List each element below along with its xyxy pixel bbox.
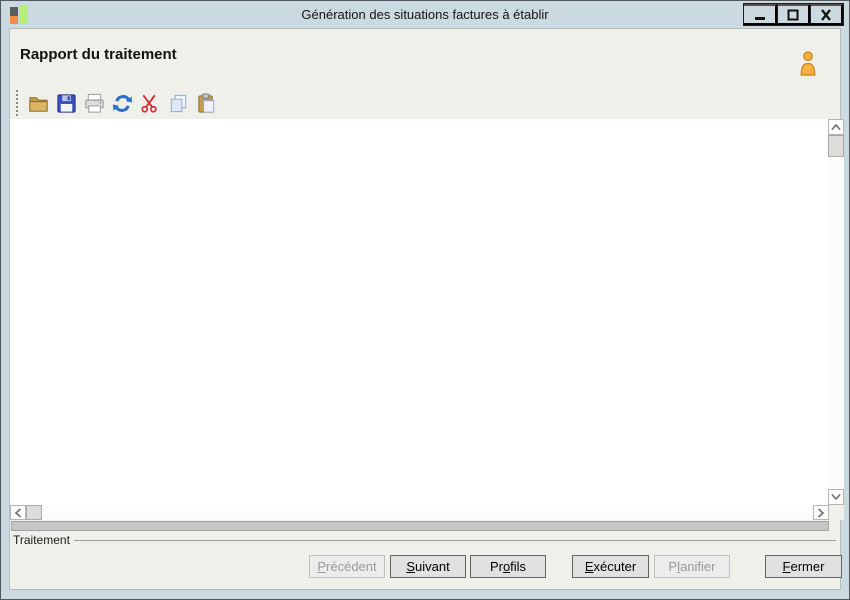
toolbar [14,89,220,117]
scrollbar-corner [829,505,844,520]
print-icon [84,93,104,113]
refresh-icon [112,94,132,112]
cut-button[interactable] [136,89,164,117]
close-icon [821,8,831,21]
window-title: Génération des situations factures à éta… [301,7,549,22]
save-icon [56,93,76,113]
title-bar[interactable]: Génération des situations factures à éta… [1,1,849,28]
precedent-button[interactable]: Précédent [309,555,385,578]
suivant-button[interactable]: Suivant [390,555,466,578]
traitement-group: Traitement [13,532,836,547]
scroll-down-button[interactable] [828,489,844,505]
paste-icon [197,92,214,113]
window-controls [743,3,844,26]
chevron-up-icon [831,123,841,131]
traitement-divider-line [73,539,836,541]
user-icon [800,51,816,76]
vertical-scrollbar[interactable] [828,119,844,505]
maximize-icon [787,9,799,20]
horizontal-scrollbar[interactable] [10,505,829,520]
chevron-down-icon [831,493,841,501]
maximize-button[interactable] [777,4,810,25]
vertical-scroll-thumb[interactable] [828,135,844,157]
report-area[interactable] [10,119,828,505]
scroll-left-button[interactable] [10,505,26,520]
save-button[interactable] [52,89,80,117]
toolbar-gripper[interactable] [16,90,19,116]
copy-button[interactable] [164,89,192,117]
chevron-right-icon [817,507,825,518]
dialog-window: Génération des situations factures à éta… [0,0,850,600]
copy-icon [170,94,186,112]
scroll-up-button[interactable] [828,119,844,135]
executer-button[interactable]: Exécuter [572,555,649,578]
print-button[interactable] [80,89,108,117]
dialog-content: Rapport du traitement Traitement P récéd… [9,28,844,590]
profils-button[interactable]: Pr o fils [470,555,546,578]
open-folder-icon [28,96,48,112]
paste-button[interactable] [192,89,220,117]
open-folder-button[interactable] [24,89,52,117]
cut-icon [140,94,157,113]
traitement-label: Traitement [13,532,70,547]
chevron-left-icon [14,507,22,518]
minimize-button[interactable] [744,4,777,25]
close-button[interactable] [810,4,843,25]
minimize-icon [754,16,765,20]
horizontal-scroll-thumb[interactable] [26,505,42,520]
scroll-right-button[interactable] [813,505,829,520]
page-title: Rapport du traitement [20,46,177,63]
fermer-button[interactable]: Fermer [765,555,842,578]
progress-bar [11,521,829,531]
refresh-button[interactable] [108,89,136,117]
planifier-button[interactable]: Pl anifier [654,555,730,578]
